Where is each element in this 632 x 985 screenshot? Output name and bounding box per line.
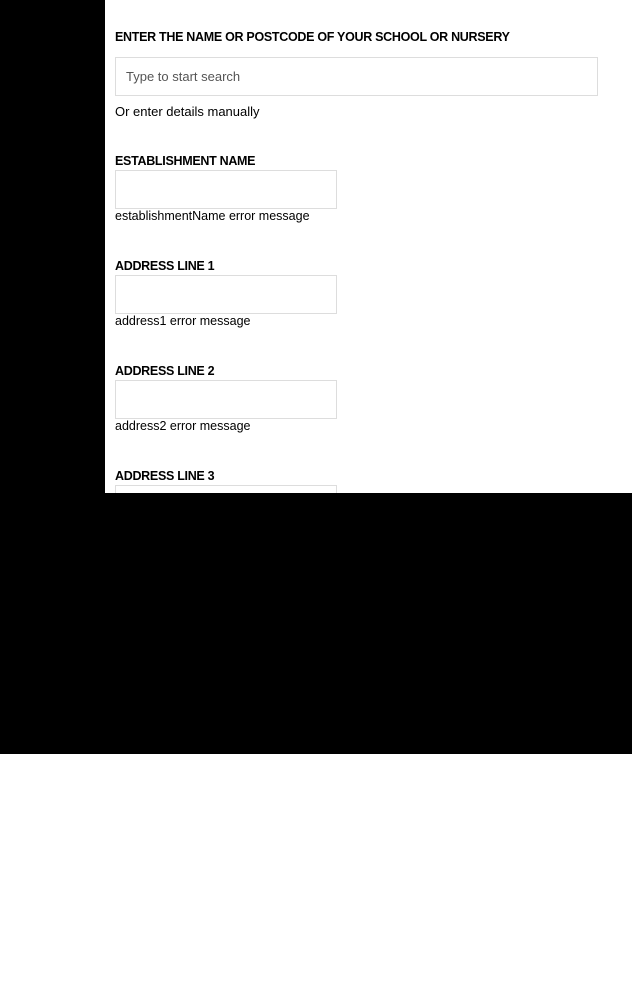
search-heading: ENTER THE NAME OR POSTCODE OF YOUR SCHOO…	[115, 30, 510, 44]
establishment-name-error: establishmentName error message	[115, 209, 310, 223]
address-line-1-error: address1 error message	[115, 314, 251, 328]
address-line-1-label: ADDRESS LINE 1	[115, 259, 215, 273]
address-line-2-label: ADDRESS LINE 2	[115, 364, 215, 378]
address-line-2-field[interactable]	[115, 380, 337, 419]
school-search-input[interactable]	[115, 57, 598, 96]
address-line-2-error: address2 error message	[115, 419, 251, 433]
address-line-1-field[interactable]	[115, 275, 337, 314]
establishment-name-label: ESTABLISHMENT NAME	[115, 154, 256, 168]
school-search-panel: ENTER THE NAME OR POSTCODE OF YOUR SCHOO…	[105, 0, 632, 493]
establishment-name-field[interactable]	[115, 170, 337, 209]
address-line-3-field[interactable]	[115, 485, 337, 493]
address-line-3-label: ADDRESS LINE 3	[115, 469, 215, 483]
enter-details-manually-link[interactable]: Or enter details manually	[115, 104, 260, 119]
